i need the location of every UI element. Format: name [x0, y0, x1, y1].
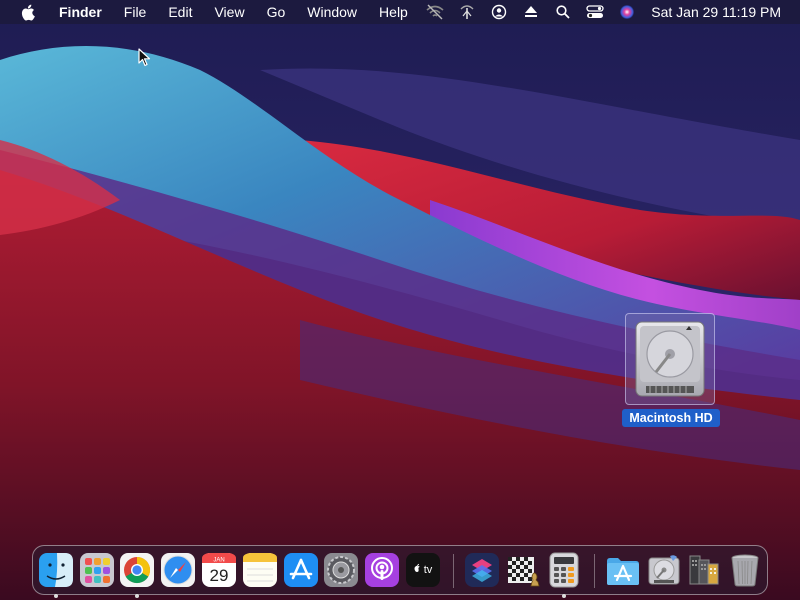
dock-app-podcasts[interactable]: [364, 552, 400, 588]
control-center-icon[interactable]: [582, 0, 608, 24]
apple-tv-label: tv: [424, 564, 433, 576]
dock-separator: [453, 554, 454, 588]
dock-app-apple-tv[interactable]: tv: [405, 552, 441, 588]
menu-help[interactable]: Help: [368, 0, 419, 24]
dock-app-shortcuts[interactable]: [464, 552, 500, 588]
dock-app-trash[interactable]: [727, 552, 763, 588]
dock-app-recent-documents[interactable]: [686, 552, 722, 588]
chess-icon: [508, 557, 540, 587]
wifi-off-icon[interactable]: [422, 0, 448, 24]
dock: JAN 29 tv: [32, 545, 768, 598]
dock-app-safari[interactable]: [160, 552, 196, 588]
dock-app-app-store[interactable]: [283, 552, 319, 588]
dock-app-finder[interactable]: [38, 552, 74, 598]
apple-tv-icon: tv: [406, 553, 440, 587]
apple-menu-icon[interactable]: [17, 0, 37, 24]
siri-icon[interactable]: [614, 0, 640, 24]
dock-app-calculator[interactable]: [546, 552, 582, 598]
calculator-icon: [549, 552, 579, 588]
dock-separator: [594, 554, 595, 588]
hard-drive-icon: [625, 313, 715, 405]
trash-icon: [731, 554, 759, 587]
menu-file[interactable]: File: [113, 0, 158, 24]
desktop-icon-macintosh-hd[interactable]: Macintosh HD: [622, 313, 720, 429]
desktop-icon-label: Macintosh HD: [622, 409, 720, 427]
dock-app-launchpad[interactable]: [79, 552, 115, 588]
dock-app-applications-folder[interactable]: [605, 552, 641, 588]
notes-icon: [243, 553, 277, 587]
podcasts-icon: [365, 553, 399, 587]
calendar-icon: JAN 29: [202, 553, 236, 587]
user-icon[interactable]: [486, 0, 512, 24]
eject-icon[interactable]: [518, 0, 544, 24]
mouse-cursor-icon: [138, 48, 151, 67]
disk-utility-icon: [648, 555, 680, 585]
launchpad-icon: [80, 553, 114, 587]
antenna-icon[interactable]: [454, 0, 480, 24]
dock-app-notes[interactable]: [242, 552, 278, 588]
desktop-wallpaper: [0, 0, 800, 600]
shortcuts-icon: [465, 553, 499, 587]
dock-app-system-preferences[interactable]: [323, 552, 359, 588]
app-store-icon: [284, 553, 318, 587]
menu-app-finder[interactable]: Finder: [51, 0, 113, 24]
running-indicator: [54, 594, 58, 598]
calendar-month: JAN: [213, 558, 224, 564]
menu-bar: Finder File Edit View Go Window Help Sat…: [0, 0, 800, 24]
running-indicator: [562, 594, 566, 598]
dock-app-calendar[interactable]: JAN 29: [201, 552, 237, 588]
dock-app-chess[interactable]: [505, 552, 541, 588]
applications-folder-icon: [607, 558, 639, 585]
safari-icon: [161, 553, 195, 587]
menu-window[interactable]: Window: [296, 0, 368, 24]
chrome-icon: [120, 553, 154, 587]
gear-icon: [324, 553, 358, 587]
finder-icon: [39, 553, 73, 587]
menu-view[interactable]: View: [203, 0, 255, 24]
calendar-day: 29: [210, 566, 229, 585]
document-stack-icon: [689, 555, 719, 585]
menu-edit[interactable]: Edit: [157, 0, 203, 24]
menu-go[interactable]: Go: [256, 0, 297, 24]
menu-bar-clock[interactable]: Sat Jan 29 11:19 PM: [643, 0, 800, 24]
dock-app-chrome[interactable]: [119, 552, 155, 598]
running-indicator: [135, 594, 139, 598]
search-icon[interactable]: [550, 0, 576, 24]
dock-app-disk-utility[interactable]: [646, 552, 682, 588]
